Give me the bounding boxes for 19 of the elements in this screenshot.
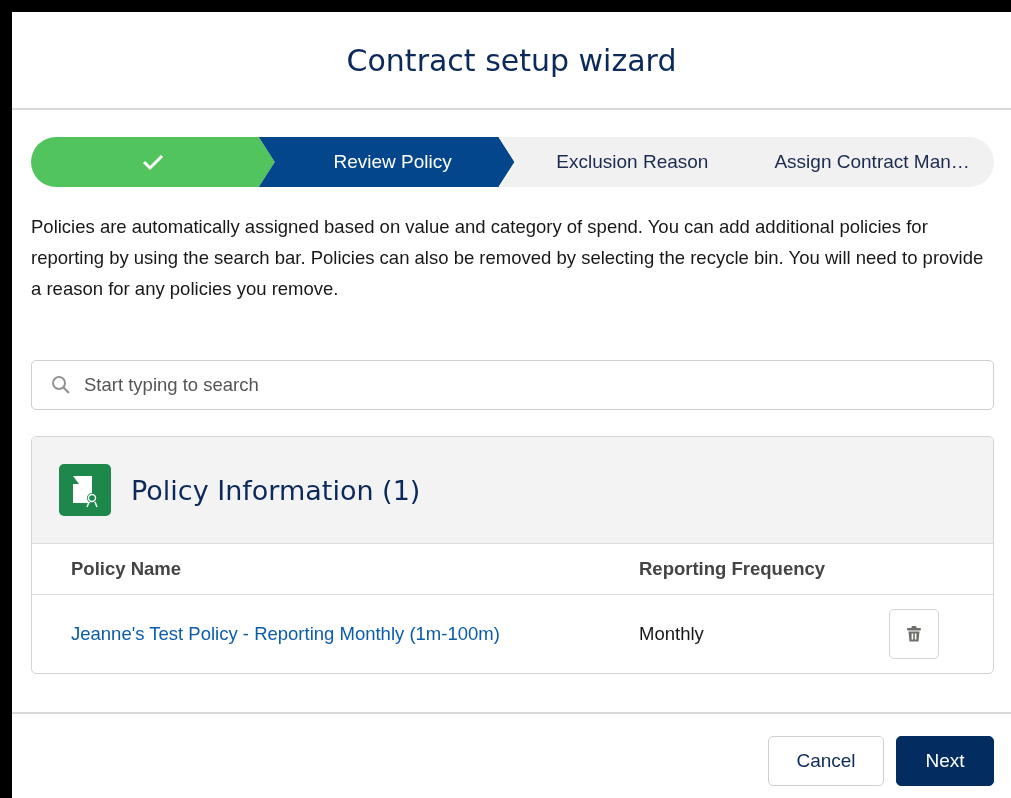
column-header: Policy Name xyxy=(71,558,183,580)
path-step[interactable]: Review Policy xyxy=(258,137,515,187)
next-button[interactable]: Next xyxy=(896,736,994,786)
column-header: Reporting Frequency xyxy=(639,558,827,580)
instructions-text: Policies are automatically assigned based on value and category of spend. You can add additional policies for reporting by using the search bar. Policies can also be removed by selecting the recycle bin. You will need to provide a reason for any policies you remove. xyxy=(31,215,985,301)
window-title: Contract setup wizard xyxy=(346,42,677,78)
search-icon xyxy=(51,375,71,395)
search-field[interactable]: Start typing to search xyxy=(31,360,994,410)
checkmark-icon xyxy=(141,153,164,171)
table-cell-text: Monthly xyxy=(639,623,705,645)
cancel-button[interactable]: Cancel xyxy=(768,736,884,786)
delete-button[interactable] xyxy=(889,609,939,659)
path-step[interactable]: Exclusion Reason xyxy=(498,137,755,187)
trash-icon xyxy=(907,626,921,642)
card-title: Policy Information (1) xyxy=(131,474,421,506)
policy-document-icon xyxy=(59,464,111,516)
policy-link[interactable]: Jeanne's Test Policy - Reporting Monthly (1m-100m) xyxy=(71,623,639,645)
path-step[interactable]: Assign Contract Man… xyxy=(738,137,994,187)
path-step[interactable] xyxy=(31,137,275,187)
